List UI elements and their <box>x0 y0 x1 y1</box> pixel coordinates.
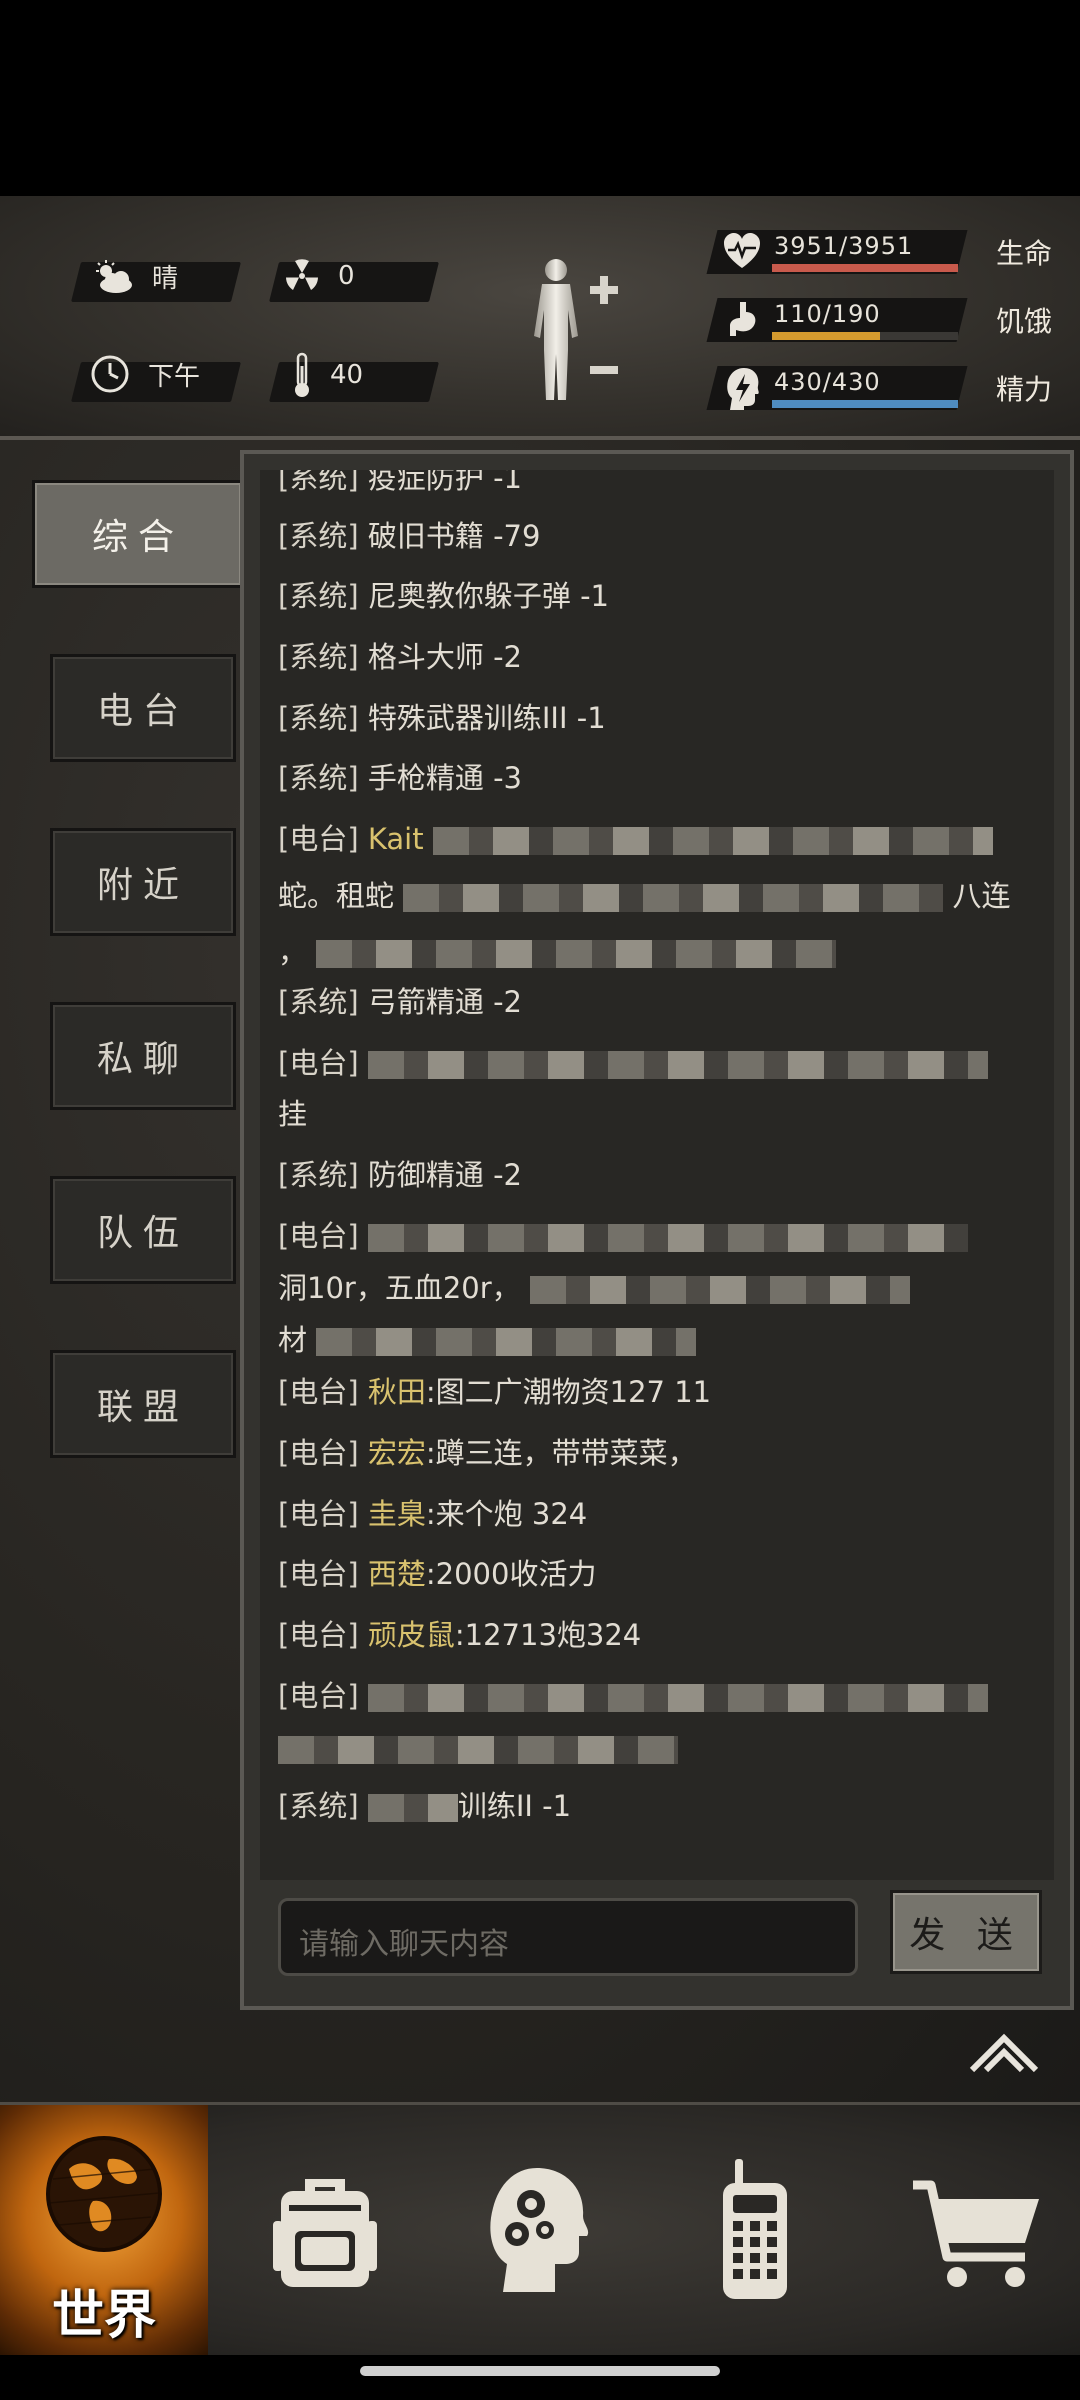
radiation-indicator: 0 <box>284 258 355 294</box>
tab-nearby[interactable]: 附近 <box>50 828 236 936</box>
radiation-value: 0 <box>338 261 355 291</box>
chat-message: [系统] 防御精通 -2 <box>278 1158 522 1192</box>
redacted-text <box>367 1051 988 1079</box>
world-globe-icon <box>46 2136 162 2252</box>
redacted-text <box>432 827 993 855</box>
time-of-day-text: 下午 <box>148 361 201 392</box>
chat-message: [电台] <box>278 1210 1048 1262</box>
nav-backpack-button[interactable] <box>222 2105 428 2355</box>
temperature-indicator: 40 <box>292 352 363 398</box>
thermometer-icon <box>295 352 309 397</box>
weather-indicator: 晴 <box>92 258 178 295</box>
shop-cart-icon <box>913 2180 1039 2287</box>
weather-text: 晴 <box>152 264 179 294</box>
temperature-value: 40 <box>330 360 364 390</box>
chat-message: [系统] 弓箭精通 -2 <box>278 985 522 1019</box>
chat-message: [电台] Kait <box>278 813 1048 865</box>
chat-message: [系统] 尼奥教你躲子弹 -1 <box>278 579 609 613</box>
time-indicator: 下午 <box>90 354 200 394</box>
chat-message: [电台] 宏宏:蹲三连，带带菜菜， <box>278 1436 697 1470</box>
tab-private-chat[interactable]: 私聊 <box>50 1002 236 1110</box>
health-value: 3951/3951 <box>774 232 914 260</box>
nav-world-button[interactable]: 世界 <box>0 2105 208 2355</box>
status-bar <box>0 0 1080 196</box>
chat-message: [电台] <box>278 1037 1048 1089</box>
redacted-text <box>403 884 944 912</box>
chat-message: [电台] 秋田:图二广潮物资127 11 <box>278 1375 712 1409</box>
chat-message: [系统] 疫症防护 -1 <box>278 470 522 495</box>
nav-skills-button[interactable] <box>436 2105 642 2355</box>
health-label: 生命 <box>995 237 1052 270</box>
hud-panel: 晴 0 下午 40 3951/3951 生命 110/190 饥饿 430/43… <box>0 196 1080 440</box>
body-status-icon[interactable] <box>518 254 628 414</box>
nav-world-label: 世界 <box>51 2286 156 2346</box>
redacted-text <box>316 940 837 968</box>
stomach-icon <box>730 302 756 336</box>
health-bar <box>772 264 958 272</box>
nav-radio-button[interactable] <box>652 2105 858 2355</box>
chat-message: [电台] 西楚:2000收活力 <box>278 1557 597 1591</box>
chat-message-list[interactable]: [系统] 疫症防护 -1 [系统] 破旧书籍 -79 [系统] 尼奥教你躲子弹 … <box>260 470 1054 1880</box>
chat-message-continued: 蛇。租蛇 八连 <box>278 879 1011 913</box>
energy-label: 精力 <box>995 373 1052 406</box>
health-stat: 3951/3951 生命 <box>706 228 1052 276</box>
chat-message: [系统] 格斗大师 -2 <box>278 640 522 674</box>
chat-message: [电台] 圭臬:来个炮 324 <box>278 1497 588 1531</box>
chat-message: [系统] 特殊武器训练III -1 <box>278 701 606 735</box>
tab-general[interactable]: 综合 <box>32 480 244 588</box>
chat-message: [系统] 训练II -1 <box>278 1789 572 1823</box>
chat-message-continued <box>278 1722 1048 1774</box>
skills-head-icon <box>490 2168 589 2292</box>
chat-message: [电台] 顽皮鼠:12713炮324 <box>278 1618 642 1652</box>
nav-shop-button[interactable] <box>874 2105 1080 2355</box>
heart-pulse-icon <box>724 233 760 268</box>
energy-stat: 430/430 精力 <box>706 364 1052 412</box>
energy-value: 430/430 <box>774 368 881 396</box>
cloud-sun-icon <box>96 259 132 293</box>
chat-message-continued: 材 <box>278 1314 1048 1366</box>
tab-team[interactable]: 队伍 <box>50 1176 236 1284</box>
home-indicator <box>360 2366 720 2376</box>
hunger-bar <box>772 332 958 340</box>
chat-message: [系统] 手枪精通 -3 <box>278 761 522 795</box>
tab-radio[interactable]: 电台 <box>50 654 236 762</box>
bottom-nav: 世界 <box>0 2102 1080 2355</box>
chat-input[interactable]: 请输入聊天内容 <box>278 1898 858 1976</box>
hunger-stat: 110/190 饥饿 <box>706 296 1052 344</box>
energy-head-icon <box>727 368 759 410</box>
redacted-text <box>367 1684 988 1712</box>
chat-message-continued: 洞10r，五血20r， <box>278 1262 1048 1314</box>
chat-message: [系统] 破旧书籍 -79 <box>278 519 541 553</box>
clock-icon <box>91 355 129 393</box>
radiation-icon <box>286 259 318 290</box>
redacted-text <box>367 1224 968 1252</box>
collapse-chevron-icon[interactable] <box>968 2030 1040 2076</box>
send-button[interactable]: 发 送 <box>890 1890 1042 1974</box>
chat-panel: [系统] 疫症防护 -1 [系统] 破旧书籍 -79 [系统] 尼奥教你躲子弹 … <box>240 450 1074 2010</box>
redacted-text <box>367 1794 458 1822</box>
hunger-value: 110/190 <box>774 300 881 328</box>
redacted-text <box>278 1736 678 1764</box>
chat-message-continued: ， <box>278 926 1048 978</box>
chat-message: [电台] <box>278 1670 1048 1722</box>
radio-walkie-talkie-icon <box>723 2159 787 2299</box>
tab-alliance[interactable]: 联盟 <box>50 1350 236 1458</box>
energy-bar <box>772 400 958 408</box>
chat-message-continued: 挂 <box>278 1097 308 1131</box>
redacted-text <box>316 1328 697 1356</box>
hunger-label: 饥饿 <box>995 305 1052 338</box>
redacted-text <box>529 1276 910 1304</box>
backpack-icon <box>273 2179 377 2287</box>
